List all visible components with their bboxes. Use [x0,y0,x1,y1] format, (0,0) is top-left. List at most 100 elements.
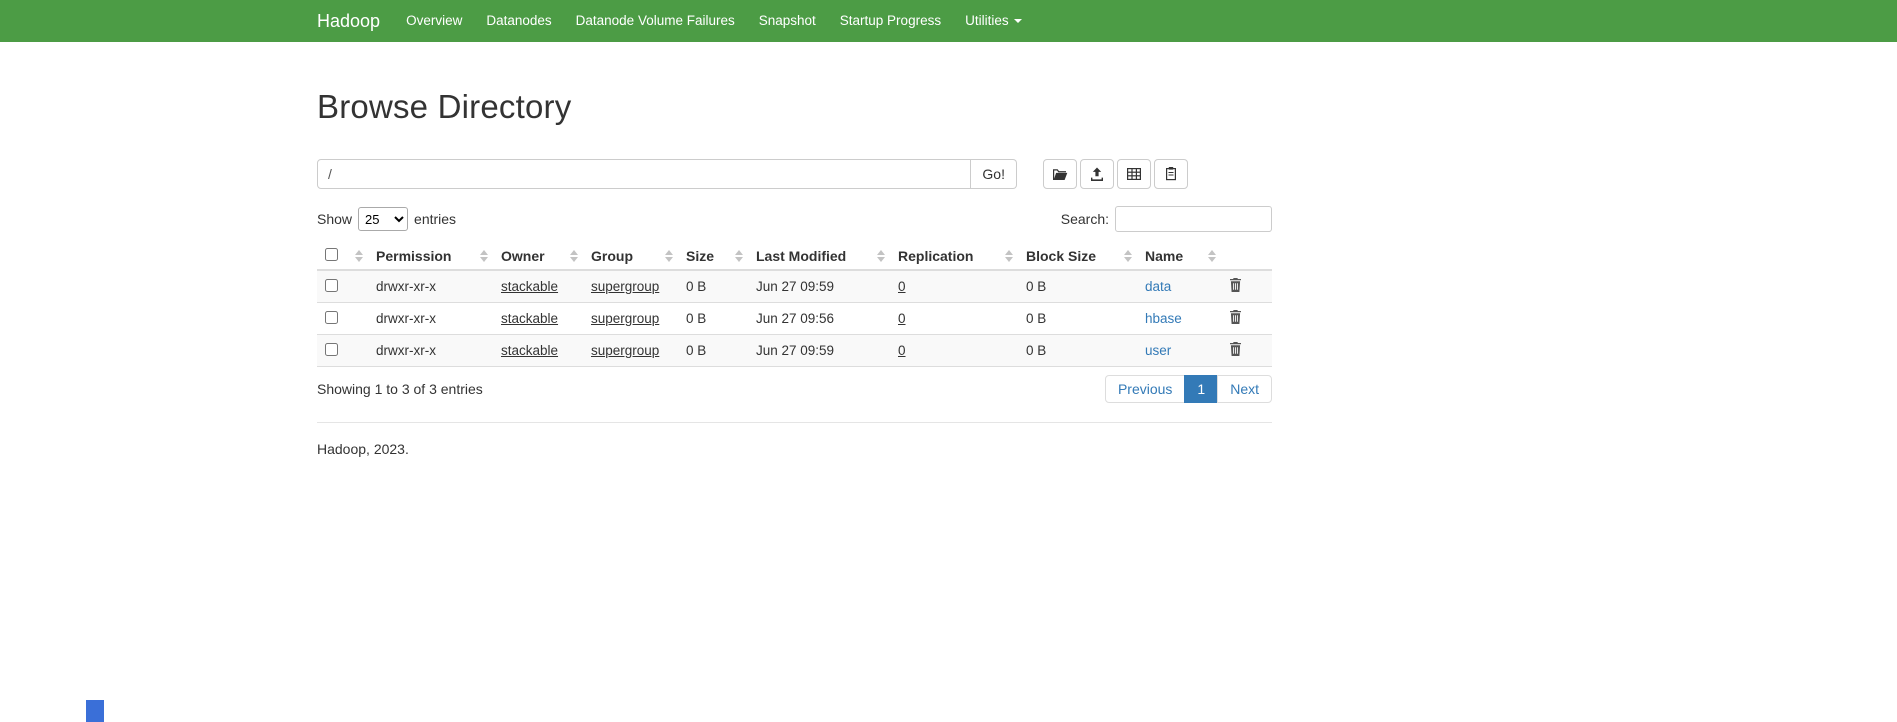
caret-down-icon [1014,19,1022,23]
delete-button[interactable] [1229,278,1242,292]
folder-open-icon [1052,166,1068,182]
row-checkbox[interactable] [325,279,338,292]
col-header-permission[interactable]: Permission [368,243,493,270]
table-controls: Show 25 entries Search: [317,206,1272,232]
sort-icon [480,250,488,262]
pagination-next[interactable]: Next [1217,375,1272,403]
size-cell: 0 B [678,270,748,303]
trash-icon [1229,312,1242,327]
entries-label: entries [414,211,456,227]
col-header-label: Size [686,248,714,264]
col-header-label: Permission [376,248,451,264]
owner-editable[interactable]: stackable [501,343,558,358]
page-title: Browse Directory [317,88,1272,126]
sort-icon [570,250,578,262]
replication-editable[interactable]: 0 [898,311,906,326]
size-cell: 0 B [678,335,748,367]
permission-cell: drwxr-xr-x [368,335,493,367]
nav-item-overview[interactable]: Overview [394,0,474,42]
upload-files-button[interactable] [1080,159,1114,189]
group-editable[interactable]: supergroup [591,343,659,358]
permission-cell: drwxr-xr-x [368,303,493,335]
path-bar: Go! [317,159,1272,189]
nav-item-utilities-label: Utilities [965,13,1009,28]
owner-editable[interactable]: stackable [501,279,558,294]
create-directory-button[interactable] [1043,159,1077,189]
delete-button[interactable] [1229,310,1242,324]
col-header-size[interactable]: Size [678,243,748,270]
replication-editable[interactable]: 0 [898,343,906,358]
col-header-actions [1221,243,1272,270]
nav-item-utilities-dropdown[interactable]: Utilities [953,0,1034,42]
table-row: drwxr-xr-x stackable supergroup 0 B Jun … [317,270,1272,303]
table-row: drwxr-xr-x stackable supergroup 0 B Jun … [317,303,1272,335]
search-label: Search: [1061,211,1109,227]
table-icon [1126,166,1142,182]
sort-icon [665,250,673,262]
directory-link[interactable]: hbase [1145,311,1182,326]
cut-copy-button[interactable] [1117,159,1151,189]
pagination-previous[interactable]: Previous [1105,375,1185,403]
permission-cell: drwxr-xr-x [368,270,493,303]
pagination: Previous 1 Next [1105,375,1272,403]
nav-item-datanodes[interactable]: Datanodes [474,0,563,42]
col-header-block-size[interactable]: Block Size [1018,243,1137,270]
paste-button[interactable] [1154,159,1188,189]
col-header-label: Owner [501,248,545,264]
replication-editable[interactable]: 0 [898,279,906,294]
nav-item-datanode-volume-failures[interactable]: Datanode Volume Failures [564,0,747,42]
col-header-label: Name [1145,248,1183,264]
search-control: Search: [1061,206,1272,232]
trash-icon [1229,344,1242,359]
offscreen-window-fragment [86,700,104,722]
col-header-last-modified[interactable]: Last Modified [748,243,890,270]
directory-path-input[interactable] [317,159,971,189]
trash-icon [1229,280,1242,295]
header-row: Permission Owner Group Size Last Modifie… [317,243,1272,270]
select-all-checkbox[interactable] [325,248,338,261]
row-checkbox[interactable] [325,343,338,356]
nav-item-snapshot[interactable]: Snapshot [747,0,828,42]
directory-link[interactable]: user [1145,343,1171,358]
search-input[interactable] [1115,206,1272,232]
col-header-name[interactable]: Name [1137,243,1221,270]
sort-icon [1124,250,1132,262]
navbar: Hadoop Overview Datanodes Datanode Volum… [0,0,1897,42]
navbar-inner: Hadoop Overview Datanodes Datanode Volum… [302,0,1897,42]
show-label: Show [317,211,352,227]
entries-info: Showing 1 to 3 of 3 entries [317,381,483,397]
last-modified-cell: Jun 27 09:59 [748,335,890,367]
col-header-group[interactable]: Group [583,243,678,270]
go-button[interactable]: Go! [971,159,1017,189]
col-header-replication[interactable]: Replication [890,243,1018,270]
col-header-label: Last Modified [756,248,846,264]
col-header-select-all[interactable] [317,243,368,270]
pagination-page-1[interactable]: 1 [1184,375,1218,403]
last-modified-cell: Jun 27 09:59 [748,270,890,303]
sort-icon [877,250,885,262]
col-header-label: Group [591,248,633,264]
footer-text: Hadoop, 2023. [317,441,1272,457]
sort-icon [1208,250,1216,262]
sort-icon [735,250,743,262]
block-size-cell: 0 B [1018,270,1137,303]
row-checkbox[interactable] [325,311,338,324]
sort-icon [1005,250,1013,262]
delete-button[interactable] [1229,342,1242,356]
col-header-label: Block Size [1026,248,1096,264]
sort-icon [355,250,363,262]
main-content: Browse Directory Go! Sh [302,88,1287,457]
col-header-owner[interactable]: Owner [493,243,583,270]
col-header-label: Replication [898,248,973,264]
group-editable[interactable]: supergroup [591,279,659,294]
owner-editable[interactable]: stackable [501,311,558,326]
brand-hadoop[interactable]: Hadoop [317,11,380,32]
group-editable[interactable]: supergroup [591,311,659,326]
clipboard-icon [1163,166,1179,182]
table-footer: Showing 1 to 3 of 3 entries Previous 1 N… [317,375,1272,403]
nav-item-startup-progress[interactable]: Startup Progress [828,0,953,42]
last-modified-cell: Jun 27 09:56 [748,303,890,335]
size-cell: 0 B [678,303,748,335]
page-size-select[interactable]: 25 [358,207,408,231]
directory-link[interactable]: data [1145,279,1171,294]
